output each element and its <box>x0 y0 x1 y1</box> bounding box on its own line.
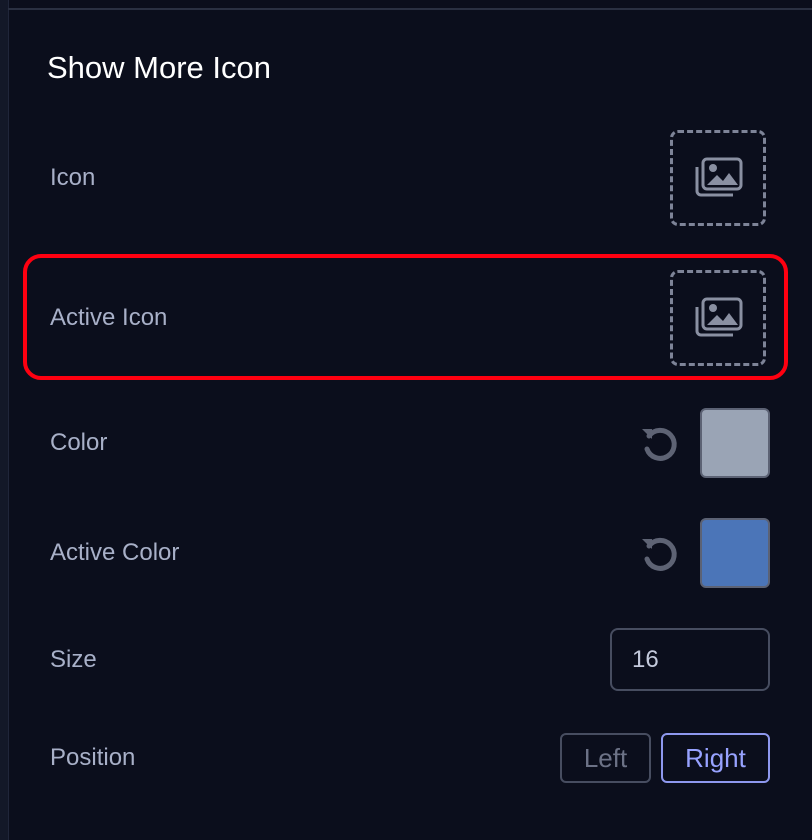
active-color-label: Active Color <box>50 539 180 566</box>
active-color-swatch[interactable] <box>700 518 770 588</box>
icon-label: Icon <box>50 164 96 191</box>
image-gallery-icon <box>695 157 743 197</box>
image-gallery-icon <box>695 297 743 337</box>
panel-top-divider <box>8 0 812 10</box>
active-color-reset-button[interactable] <box>636 530 682 576</box>
position-right-button[interactable]: Right <box>661 733 770 783</box>
position-left-button[interactable]: Left <box>560 733 651 783</box>
active-icon-label: Active Icon <box>50 304 168 331</box>
active-icon-picker[interactable] <box>670 270 766 366</box>
color-label: Color <box>50 429 108 456</box>
color-reset-button[interactable] <box>636 420 682 466</box>
section-title: Show More Icon <box>47 50 271 85</box>
settings-panel: Show More Icon Icon Active Icon Color Ac… <box>0 0 812 840</box>
panel-left-edge <box>0 0 9 840</box>
size-label: Size <box>50 646 97 673</box>
icon-picker[interactable] <box>670 130 766 226</box>
reset-icon <box>642 427 677 461</box>
color-swatch[interactable] <box>700 408 770 478</box>
size-input[interactable] <box>610 628 770 691</box>
position-label: Position <box>50 744 136 771</box>
reset-icon <box>642 537 677 571</box>
